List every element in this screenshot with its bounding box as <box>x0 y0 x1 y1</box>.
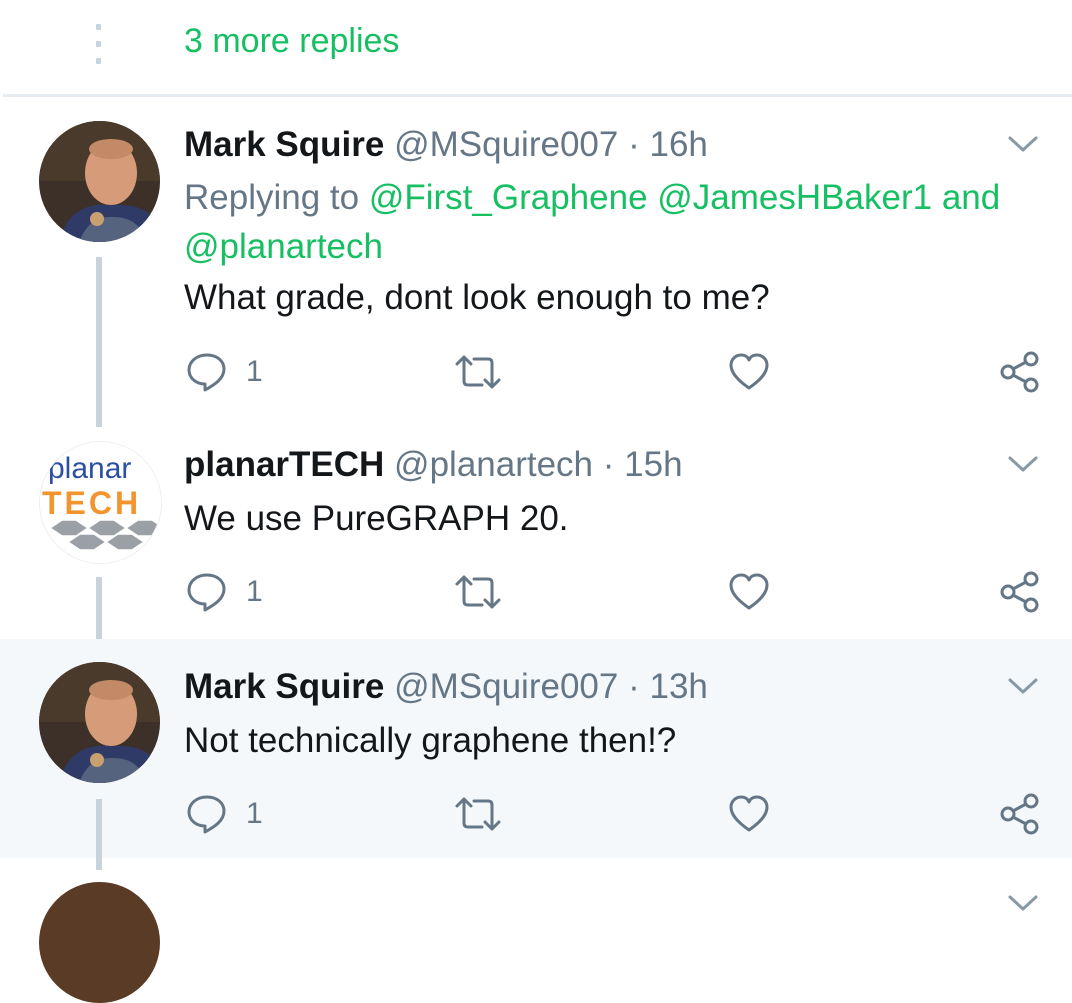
replying-to: Replying to @First_Graphene @JamesHBaker… <box>184 173 1044 271</box>
like-button[interactable] <box>728 347 770 397</box>
tweet-highlighted[interactable]: Mark Squire @MSquire007 · 13h Not techni… <box>0 639 1072 869</box>
tweet-text: What grade, dont look enough to me? <box>184 278 770 317</box>
tweet-actions: 1 <box>0 347 1072 397</box>
like-icon <box>729 795 769 832</box>
share-icon <box>1000 571 1039 613</box>
logo-line1: planar <box>48 452 131 485</box>
mention-link[interactable]: @planartech <box>184 227 383 266</box>
separator: · <box>628 667 640 706</box>
display-name[interactable]: Mark Squire <box>184 125 384 164</box>
replying-prefix: Replying to <box>184 178 360 217</box>
retweet-button[interactable] <box>454 567 502 617</box>
chevron-down-icon[interactable] <box>1006 133 1040 155</box>
user-handle[interactable]: @planartech <box>394 445 593 484</box>
display-name[interactable]: Mark Squire <box>184 667 384 706</box>
next-tweet-peek[interactable] <box>0 858 1072 1003</box>
retweet-icon <box>455 797 501 831</box>
share-button[interactable] <box>998 347 1042 397</box>
reply-count: 1 <box>246 355 263 388</box>
avatar[interactable] <box>39 882 160 1003</box>
mention-joiner: and <box>941 178 1001 217</box>
logo-line2: TECH <box>42 485 141 521</box>
thread-dots <box>96 24 102 64</box>
tweet-header: planarTECH @planartech · 15h <box>184 445 683 485</box>
avatar[interactable] <box>39 662 160 783</box>
reply-icon <box>187 353 226 392</box>
reply-button[interactable]: 1 <box>186 789 263 839</box>
user-handle[interactable]: @MSquire007 <box>394 125 618 164</box>
like-button[interactable] <box>728 789 770 839</box>
avatar[interactable] <box>39 121 160 242</box>
reply-count: 1 <box>246 575 263 608</box>
share-icon <box>1000 793 1039 835</box>
like-button[interactable] <box>728 567 770 617</box>
thread-line <box>96 257 102 427</box>
more-replies-link[interactable]: 3 more replies <box>184 22 399 61</box>
mention-link[interactable]: @First_Graphene <box>369 178 648 217</box>
user-handle[interactable]: @MSquire007 <box>394 667 618 706</box>
planartech-avatar[interactable]: planar TECH <box>39 441 162 564</box>
tweet-header: Mark Squire @MSquire007 · 16h <box>184 125 708 165</box>
separator: · <box>602 445 615 484</box>
tweet[interactable]: Mark Squire @MSquire007 · 16h Replying t… <box>0 97 1072 427</box>
tweet-actions: 1 <box>0 567 1072 617</box>
mention-link[interactable]: @JamesHBaker1 <box>657 178 932 217</box>
retweet-icon <box>455 355 501 389</box>
reply-icon <box>187 795 226 834</box>
tweet[interactable]: planar TECH planarTECH @planartech · 15h… <box>0 417 1072 639</box>
more-replies-row[interactable]: 3 more replies <box>0 0 1072 94</box>
tweet-text: Not technically graphene then!? <box>184 721 677 760</box>
share-button[interactable] <box>998 789 1042 839</box>
like-icon <box>729 353 769 390</box>
reply-icon <box>187 573 226 612</box>
share-icon <box>1000 351 1039 393</box>
reply-count: 1 <box>246 797 263 830</box>
thread-line <box>96 858 102 870</box>
tweet-header: Mark Squire @MSquire007 · 13h <box>184 667 708 707</box>
retweet-button[interactable] <box>454 789 502 839</box>
display-name[interactable]: planarTECH <box>184 445 384 484</box>
chevron-down-icon[interactable] <box>1006 892 1040 914</box>
chevron-down-icon[interactable] <box>1006 453 1040 475</box>
retweet-button[interactable] <box>454 347 502 397</box>
chevron-down-icon[interactable] <box>1006 675 1040 697</box>
timestamp[interactable]: 16h <box>649 125 707 164</box>
tweet-actions: 1 <box>0 789 1072 839</box>
retweet-icon <box>455 575 501 609</box>
timestamp[interactable]: 15h <box>624 445 682 484</box>
separator: · <box>628 125 640 164</box>
tweet-text: We use PureGRAPH 20. <box>184 499 569 538</box>
timestamp[interactable]: 13h <box>649 667 707 706</box>
reply-button[interactable]: 1 <box>186 567 263 617</box>
reply-button[interactable]: 1 <box>186 347 263 397</box>
share-button[interactable] <box>998 567 1042 617</box>
like-icon <box>729 573 769 610</box>
